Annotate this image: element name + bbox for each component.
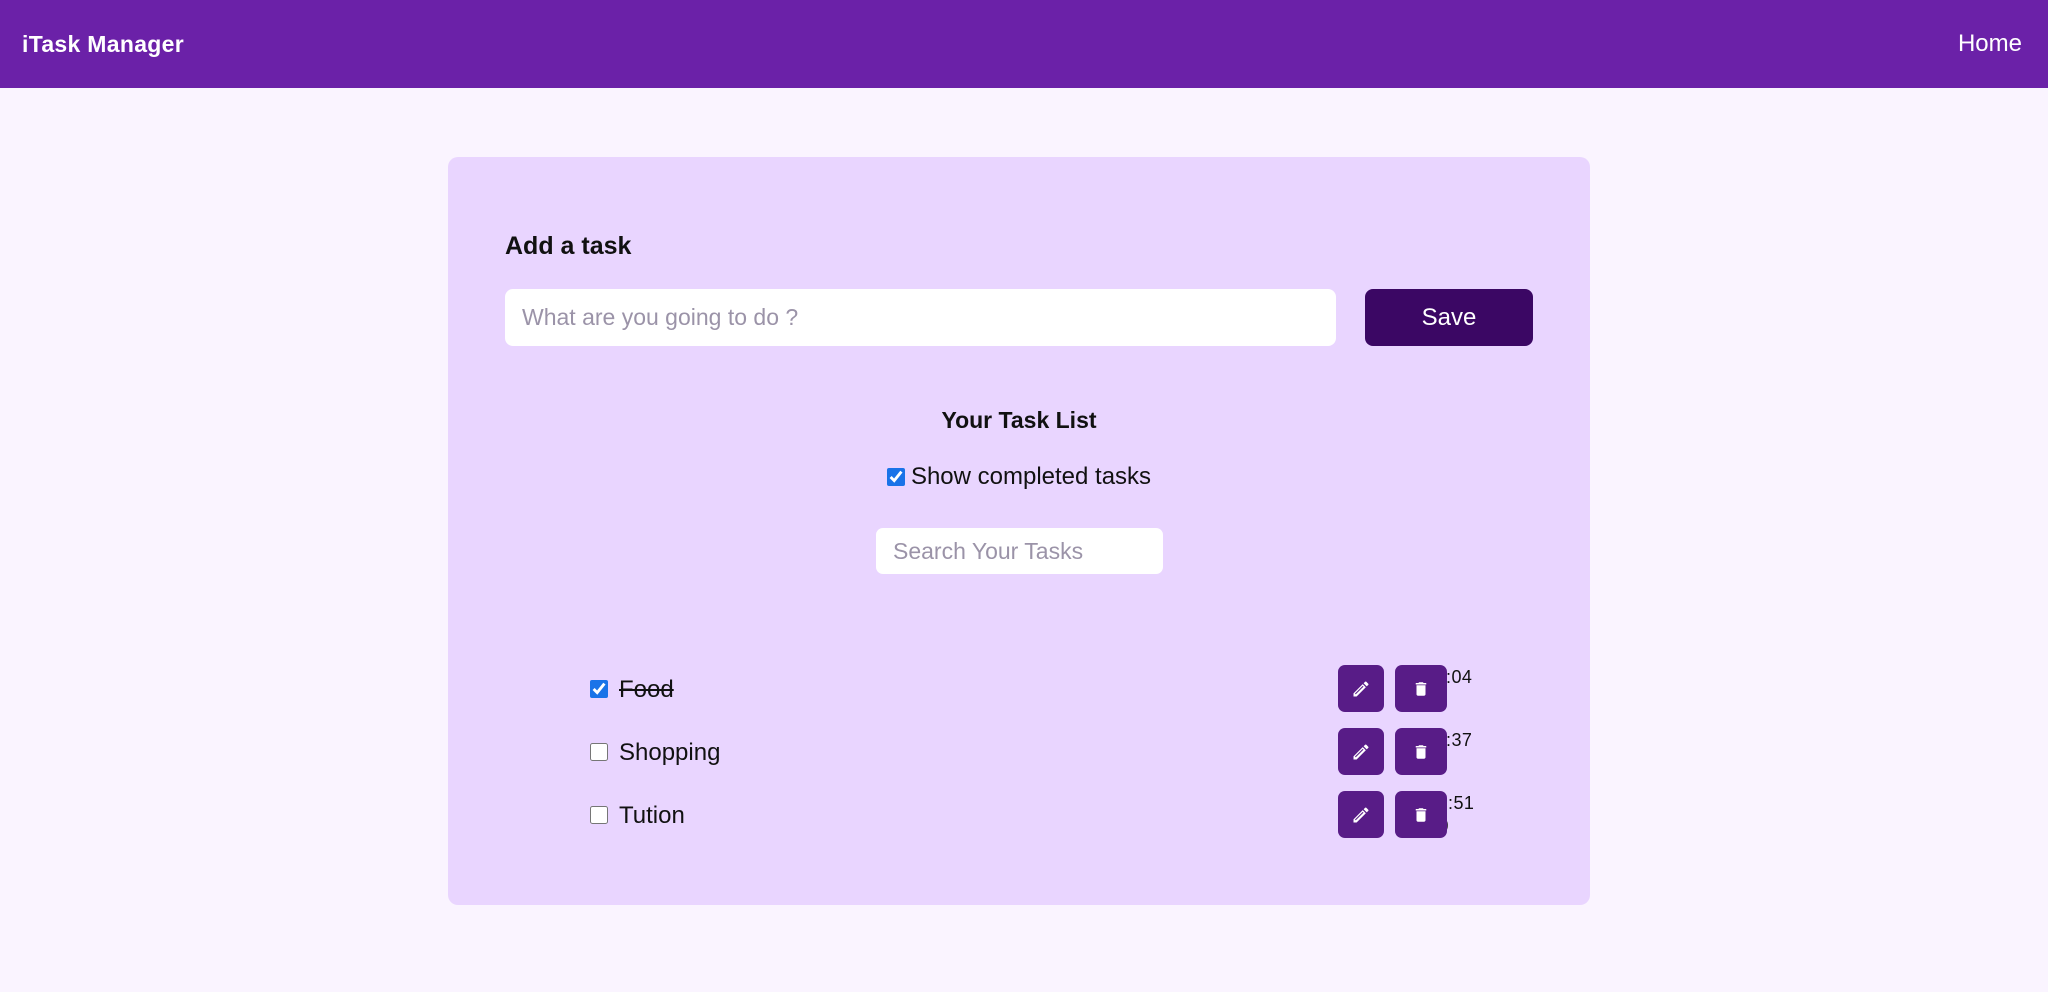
task-title: Shopping xyxy=(619,739,721,766)
delete-button[interactable] xyxy=(1395,665,1447,712)
delete-button[interactable] xyxy=(1395,791,1447,838)
show-completed-label: Show completed tasks xyxy=(910,463,1152,490)
pencil-icon xyxy=(1351,742,1371,762)
delete-button[interactable] xyxy=(1395,728,1447,775)
add-task-heading: Add a task xyxy=(505,232,632,260)
trash-icon xyxy=(1412,805,1430,825)
task-card: Add a task Save Your Task List Show comp… xyxy=(448,157,1590,905)
edit-button[interactable] xyxy=(1338,791,1384,838)
pencil-icon xyxy=(1351,679,1371,699)
task-input[interactable] xyxy=(505,289,1336,346)
edit-button[interactable] xyxy=(1338,665,1384,712)
save-button[interactable]: Save xyxy=(1365,289,1533,346)
task-complete-checkbox[interactable] xyxy=(590,680,608,698)
navbar: iTask Manager Home xyxy=(0,0,2048,88)
task-complete-checkbox[interactable] xyxy=(590,806,608,824)
edit-button[interactable] xyxy=(1338,728,1384,775)
task-row: Shopping 19:49:3706-29 xyxy=(590,728,1472,776)
task-complete-checkbox[interactable] xyxy=(590,743,608,761)
search-input[interactable] xyxy=(876,528,1163,574)
task-row: Tution 19:49:5106-29 xyxy=(590,791,1474,839)
task-title: Tution xyxy=(619,802,685,829)
pencil-icon xyxy=(1351,805,1371,825)
task-title: Food xyxy=(619,676,674,703)
trash-icon xyxy=(1412,679,1430,699)
task-list-heading: Your Task List xyxy=(941,407,1097,433)
trash-icon xyxy=(1412,742,1430,762)
nav-home-link[interactable]: Home xyxy=(1958,30,2022,58)
show-completed-checkbox[interactable] xyxy=(886,468,905,486)
show-completed-toggle: Show completed tasks xyxy=(448,463,1590,491)
brand-title: iTask Manager xyxy=(22,30,184,57)
task-row: Food 15:46:0406-25 xyxy=(590,665,1472,713)
